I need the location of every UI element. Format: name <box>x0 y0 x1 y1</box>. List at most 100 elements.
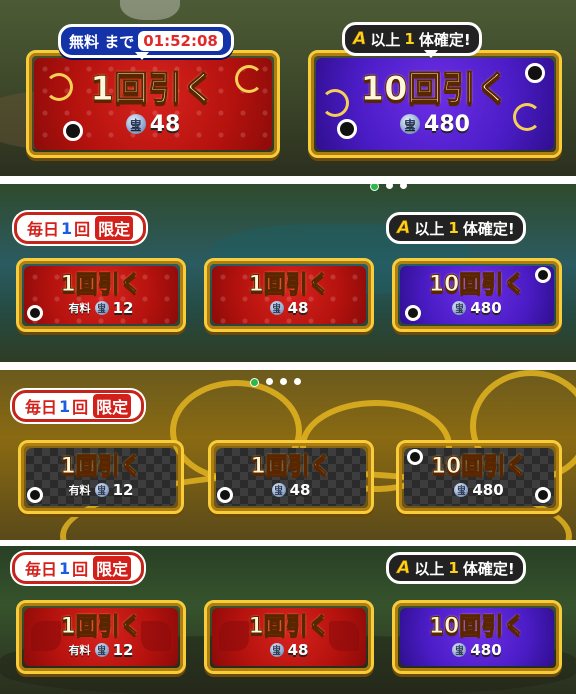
eye-ornament-icon <box>407 449 423 465</box>
button-label: 10回引く <box>360 68 510 109</box>
cost-value: 480 <box>472 480 504 499</box>
page-indicator[interactable] <box>250 378 301 387</box>
eye-ornament-icon <box>535 487 551 503</box>
button-cost: 宝 480 <box>452 640 502 659</box>
paid-prefix: 有料 <box>68 643 91 657</box>
button-label: 10回引く <box>428 271 526 297</box>
dragon-emblem-icon <box>141 621 171 651</box>
button-cost: 有料 宝 12 <box>69 641 134 659</box>
rank-a-icon: A <box>397 558 411 579</box>
page-dot[interactable] <box>400 184 407 189</box>
paid-single-pull-button[interactable]: 1回引く 有料 宝 12 <box>16 258 186 332</box>
badge-pointer <box>135 52 149 60</box>
eye-ornament-icon <box>63 121 83 141</box>
ten-pull-button[interactable]: 10回引く 宝 480 <box>396 440 562 514</box>
page-dot[interactable] <box>370 184 379 191</box>
guarantee-text: 体確定! <box>418 30 471 49</box>
daily-text: 回 <box>72 398 89 417</box>
button-cost: 宝 480 <box>454 480 504 499</box>
single-pull-button[interactable]: 1回引く 宝 48 <box>26 50 280 158</box>
eye-ornament-icon <box>27 305 43 321</box>
guarantee-text: 以上 <box>414 559 445 578</box>
paid-single-pull-button[interactable]: 1回引く 有料 宝 12 <box>16 600 186 674</box>
daily-limit-badge: 毎日 1 回 限定 <box>12 390 145 422</box>
gacha-panel-4: 毎日 1 回 限定 A 以上 1 体確定! 1回引く 有料 宝 12 1回引く … <box>0 546 576 694</box>
daily-limit-badge: 毎日 1 回 限定 <box>12 552 145 584</box>
page-dot[interactable] <box>266 378 273 385</box>
badge-pointer <box>424 50 438 58</box>
ten-pull-button[interactable]: 10回引く 宝 480 <box>392 600 562 674</box>
page-dot[interactable] <box>386 184 393 189</box>
button-label: 1回引く <box>90 68 217 109</box>
button-label: 1回引く <box>60 271 142 297</box>
button-cost: 有料 宝 12 <box>69 481 134 499</box>
button-label: 1回引く <box>60 453 142 479</box>
gem-currency-icon: 宝 <box>454 482 469 497</box>
button-cost: 有料 宝 12 <box>69 299 134 317</box>
daily-text: 回 <box>72 560 89 579</box>
gem-currency-icon: 宝 <box>400 114 421 134</box>
gem-currency-icon: 宝 <box>452 642 467 657</box>
swirl-ornament-icon <box>513 103 541 131</box>
eye-ornament-icon <box>535 267 551 283</box>
cost-value: 48 <box>287 640 309 659</box>
button-label: 1回引く <box>250 453 332 479</box>
daily-text: 回 <box>74 220 91 239</box>
limited-label: 限定 <box>93 394 132 418</box>
cost-value: 48 <box>287 298 309 317</box>
page-indicator[interactable] <box>370 184 407 191</box>
countdown-timer: 01:52:08 <box>138 31 223 51</box>
cost-value: 12 <box>112 298 134 317</box>
dragon-emblem-icon <box>31 621 61 651</box>
dragon-emblem-icon <box>219 621 249 651</box>
ten-pull-button[interactable]: 10回引く 宝 480 <box>308 50 562 158</box>
button-cost: 宝 48 <box>271 480 311 499</box>
daily-count: 1 <box>59 396 71 416</box>
gacha-panel-2: 毎日 1 回 限定 A 以上 1 体確定! 1回引く 有料 宝 12 1回引く … <box>0 184 576 362</box>
daily-limit-badge: 毎日 1 回 限定 <box>14 212 147 244</box>
paid-single-pull-button[interactable]: 1回引く 有料 宝 12 <box>18 440 184 514</box>
page-dot[interactable] <box>250 378 259 387</box>
ten-pull-button[interactable]: 10回引く 宝 480 <box>392 258 562 332</box>
button-cost: 宝 480 <box>452 298 502 317</box>
guarantee-count: 1 <box>448 219 459 237</box>
rank-a-icon: A <box>353 29 367 50</box>
page-dot[interactable] <box>294 378 301 385</box>
gem-currency-icon: 宝 <box>94 642 109 657</box>
paid-prefix: 有料 <box>68 301 91 315</box>
paid-prefix: 有料 <box>68 483 91 497</box>
dragon-emblem-icon <box>329 621 359 651</box>
cost-value: 48 <box>149 111 181 137</box>
gacha-panel-3: 毎日 1 回 限定 1回引く 有料 宝 12 1回引く 宝 48 10回引く 宝… <box>0 370 576 540</box>
swirl-ornament-icon <box>321 89 349 117</box>
single-pull-button[interactable]: 1回引く 宝 48 <box>208 440 374 514</box>
eye-ornament-icon <box>337 119 357 139</box>
guarantee-text: 体確定! <box>462 559 515 578</box>
cost-value: 480 <box>470 640 502 659</box>
single-pull-button[interactable]: 1回引く 宝 48 <box>204 600 374 674</box>
gem-currency-icon: 宝 <box>94 482 109 497</box>
guarantee-count: 1 <box>448 559 459 577</box>
limited-label: 限定 <box>95 216 134 240</box>
swirl-ornament-icon <box>235 65 263 93</box>
gem-currency-icon: 宝 <box>269 642 284 657</box>
daily-text: 毎日 <box>27 220 60 239</box>
button-label: 1回引く <box>248 613 330 639</box>
limited-label: 限定 <box>93 556 132 580</box>
daily-text: 毎日 <box>25 560 58 579</box>
single-pull-button[interactable]: 1回引く 宝 48 <box>204 258 374 332</box>
page-dot[interactable] <box>280 378 287 385</box>
cost-value: 480 <box>470 298 502 317</box>
eye-ornament-icon <box>405 305 421 321</box>
button-cost: 宝 480 <box>400 112 470 137</box>
guarantee-text: 体確定! <box>462 219 515 238</box>
cost-value: 12 <box>112 480 134 499</box>
background-creature <box>120 0 180 20</box>
guarantee-count: 1 <box>404 30 415 48</box>
button-cost: 宝 48 <box>269 298 309 317</box>
gacha-panel-1: 1回引く 宝 48 無料 まで 01:52:08 10回引く 宝 480 A 以… <box>0 0 576 176</box>
gem-currency-icon: 宝 <box>271 482 286 497</box>
cost-value: 48 <box>289 480 311 499</box>
button-label: 1回引く <box>60 613 142 639</box>
eye-ornament-icon <box>27 487 43 503</box>
